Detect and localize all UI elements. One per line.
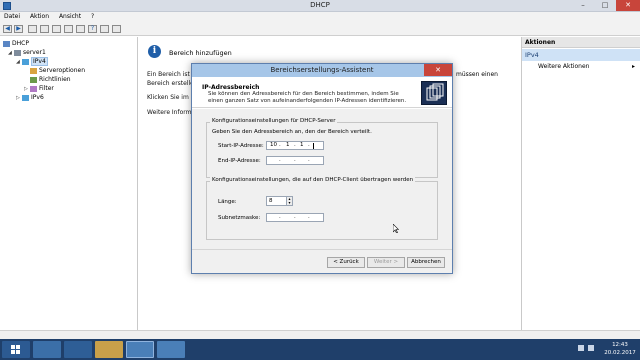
maximize-button[interactable]: □ [594,0,616,11]
explorer-icon[interactable] [95,341,123,358]
tree-root[interactable]: DHCP [3,39,29,48]
status-bar [0,330,640,339]
tree-item-richtlinien[interactable]: Richtlinien [30,75,71,84]
forward-icon[interactable]: ▶ [14,25,23,33]
properties-icon[interactable] [52,25,61,33]
cancel-button[interactable]: Abbrechen [407,257,445,268]
tree-item-label: Serveroptionen [39,67,86,74]
ip-octet: 1 [286,142,290,148]
description-line-right: müssen einen [456,71,498,78]
next-button[interactable]: Weiter > [367,257,405,268]
dhcp-taskbar-icon[interactable] [126,341,154,358]
description-line: Ein Bereich ist e [147,71,196,78]
menu-datei[interactable]: Datei [0,12,24,20]
wizard-body: Konfigurationseinstellungen für DHCP-Ser… [192,109,452,249]
end-ip-input[interactable]: ... [266,156,324,165]
info-icon: i [148,45,161,58]
menu-aktion[interactable]: Aktion [26,12,53,20]
tree-server[interactable]: ◢ server1 [8,48,46,57]
filter-icon [30,85,37,92]
group-label: Konfigurationseinstellungen für DHCP-Ser… [210,118,338,124]
tree-item-label: Richtlinien [39,76,71,83]
actions-header: Aktionen [522,37,640,48]
start-button[interactable] [2,341,30,358]
wizard-step-description: Sie können den Adressbereich für den Ber… [208,91,407,104]
wizard-taskbar-icon[interactable] [157,341,185,358]
clock-time: 12:43 [612,342,628,348]
powershell-icon[interactable] [64,341,92,358]
ip-octet: 10 [270,142,277,148]
wizard-footer: < Zurück Weiter > Abbrechen [192,249,452,273]
page-title: Bereich hinzufügen [169,49,232,57]
back-button[interactable]: < Zurück [327,257,365,268]
length-spinner[interactable]: 8 ▴ ▾ [266,196,293,206]
ipv6-icon [22,94,29,101]
window-title: DHCP [310,1,330,9]
submenu-arrow-icon: ▸ [632,63,636,70]
menu-bar: Datei Aktion Ansicht ? [0,12,640,22]
client-settings-group [206,181,438,240]
tree-ipv6-label: IPv6 [31,94,44,101]
start-ip-input[interactable]: 10 . 1 . 1 . [266,141,324,150]
description-line: Klicken Sie im N [147,94,196,101]
title-bar: DHCP – □ ✕ [0,0,640,12]
dialog-title: Bereichserstellungs-Assistent [192,64,452,77]
tree-root-label: DHCP [12,40,29,47]
scope-wizard-dialog: Bereichserstellungs-Assistent ✕ IP-Adres… [191,63,453,274]
tree-item-filter[interactable]: ▷ Filter [24,84,54,93]
more-actions-item[interactable]: Weitere Aktionen [538,63,589,70]
server-icon [14,49,21,56]
dialog-close-button[interactable]: ✕ [424,64,452,76]
up-folder-icon[interactable] [28,25,37,33]
range-description: Geben Sie den Adressbereich an, den der … [212,129,372,135]
network-icon[interactable] [588,345,594,351]
tree-ipv4-label: IPv4 [31,57,48,66]
actions-pane: Aktionen IPv4 Weitere Aktionen ▸ [521,37,640,330]
show-pane-icon[interactable] [40,25,49,33]
ip-octet: 1 [300,142,304,148]
length-label: Länge: [218,199,237,205]
clock[interactable]: 12:43 20.02.2017 [602,341,638,357]
end-ip-label: End-IP-Adresse: [218,158,261,164]
clock-date: 20.02.2017 [604,350,636,356]
tree-server-label: server1 [23,49,46,56]
minimize-button[interactable]: – [572,0,594,11]
group-label: Konfigurationseinstellungen, die auf den… [210,177,416,183]
wizard-header: IP-Adressbereich Sie können den Adressbe… [192,77,452,108]
subnet-mask-label: Subnetzmaske: [218,215,261,221]
start-ip-label: Start-IP-Adresse: [218,143,264,149]
menu-help[interactable]: ? [87,12,98,20]
server-manager-icon[interactable] [33,341,61,358]
text-cursor [313,143,314,149]
toolbar: ◀ ▶ ? [0,22,640,36]
tree-item-label: Filter [39,85,54,92]
help-icon[interactable]: ? [88,25,97,33]
dhcp-icon [3,40,10,47]
length-value: 8 [269,198,273,204]
tree-pane: DHCP ◢ server1 ◢ IPv4 Serveroptionen Richt… [0,37,138,330]
wizard-icon [421,81,447,105]
subnet-mask-input[interactable]: ... [266,213,324,222]
flag-icon[interactable] [578,345,584,351]
actions-section-ipv4[interactable]: IPv4 [522,49,640,61]
ipv4-icon [22,58,29,65]
tree-ipv6[interactable]: ▷ IPv6 [16,93,44,102]
policy-icon [30,76,37,83]
back-icon[interactable]: ◀ [3,25,12,33]
close-button[interactable]: ✕ [616,0,640,11]
tree-ipv4[interactable]: ◢ IPv4 [16,57,48,66]
spin-up-down-icon[interactable]: ▴ ▾ [286,197,292,205]
list-icon[interactable] [100,25,109,33]
description-line: Bereich erstelle [147,80,194,87]
export-icon[interactable] [76,25,85,33]
refresh-icon[interactable] [64,25,73,33]
menu-ansicht[interactable]: Ansicht [55,12,85,20]
taskbar: 12:43 20.02.2017 [0,339,640,360]
wizard-step-title: IP-Adressbereich [202,84,260,91]
mouse-cursor-icon [393,224,399,233]
monitor-icon[interactable] [112,25,121,33]
tree-item-serveroptionen[interactable]: Serveroptionen [30,66,85,75]
options-icon [30,67,37,74]
more-info-link[interactable]: Weitere Informa [147,109,195,116]
